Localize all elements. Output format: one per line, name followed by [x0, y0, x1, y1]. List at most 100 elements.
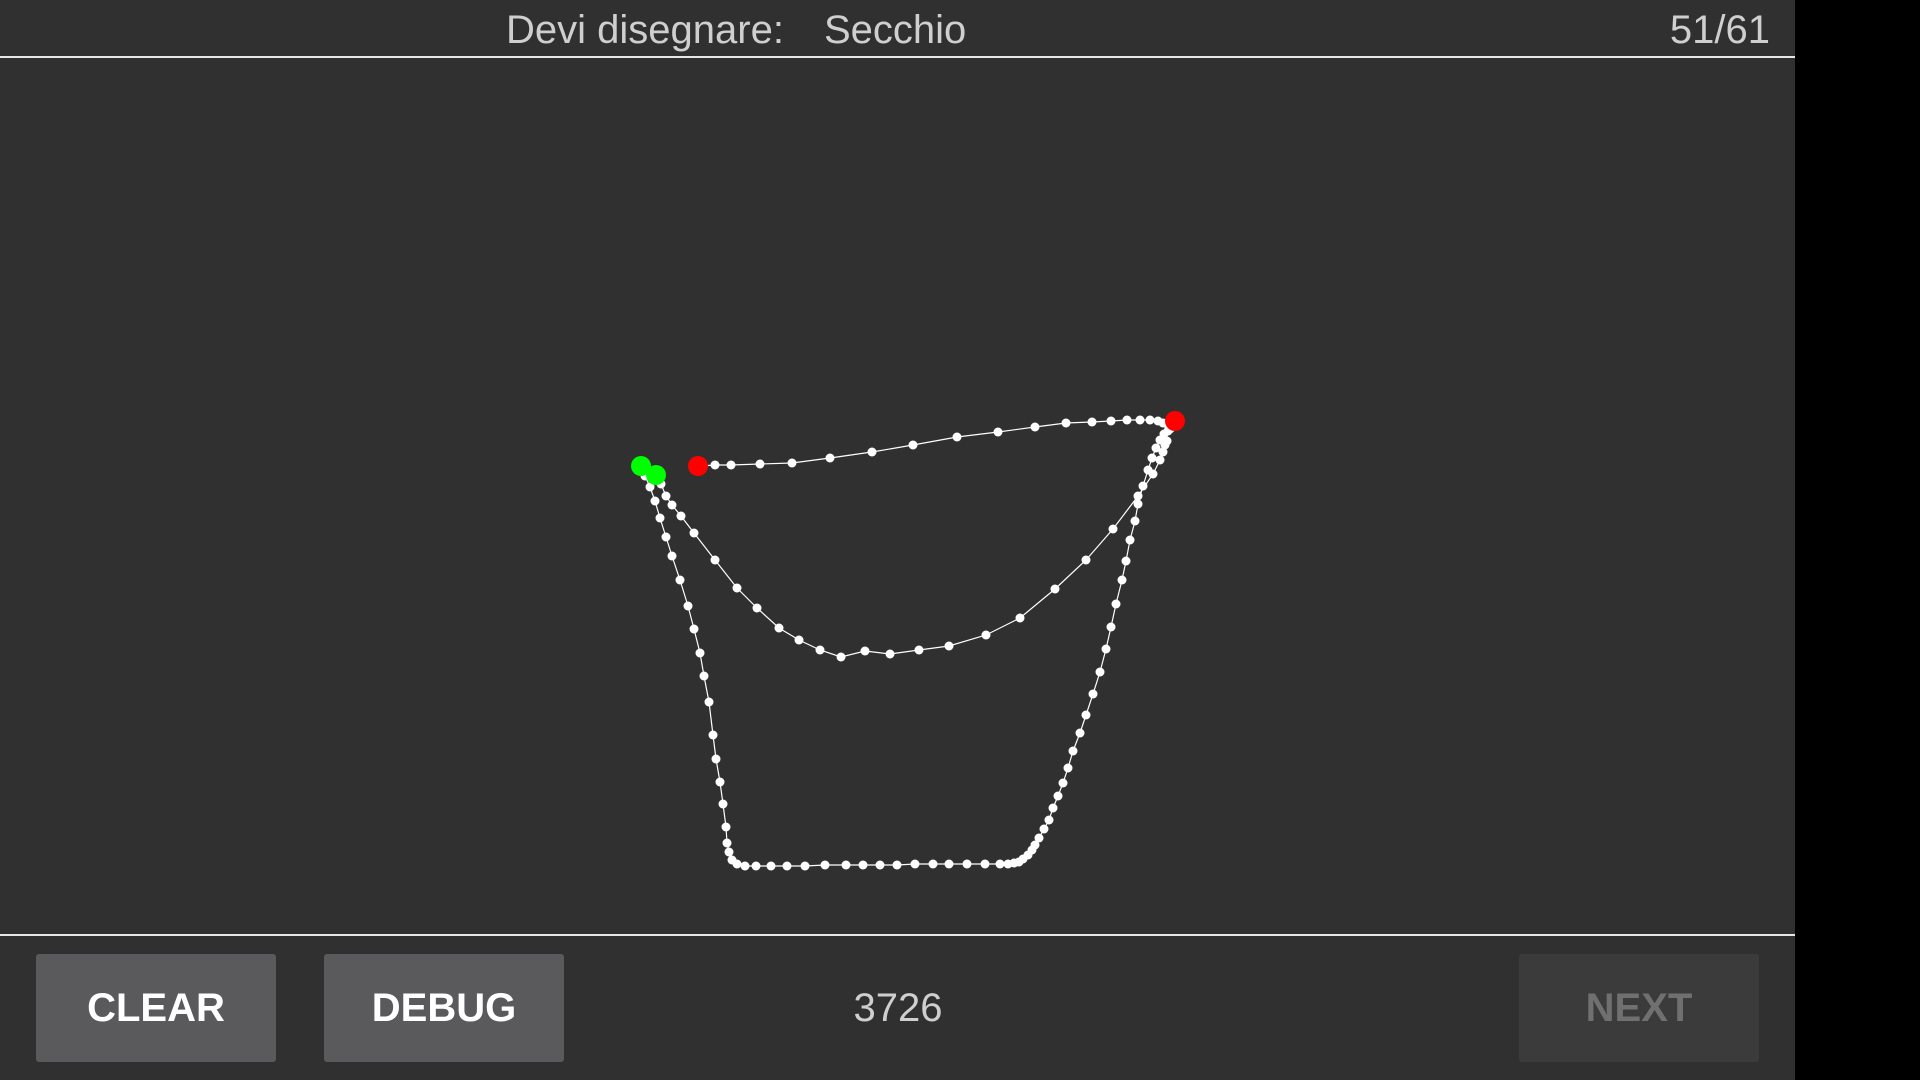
stroke-point: [732, 859, 742, 869]
stroke-point: [675, 575, 685, 585]
stroke-point: [952, 432, 962, 442]
footer-bar: CLEAR DEBUG 3726 NEXT: [0, 936, 1795, 1080]
stroke-point: [1095, 667, 1105, 677]
stroke-point: [1155, 455, 1165, 465]
stroke-point: [995, 859, 1005, 869]
stroke-point: [710, 555, 720, 565]
stroke-point: [1151, 443, 1161, 453]
stroke-point: [1015, 613, 1025, 623]
stroke-point: [676, 511, 686, 521]
stroke-point: [751, 861, 761, 871]
next-button[interactable]: NEXT: [1519, 954, 1759, 1062]
stroke-point: [885, 649, 895, 659]
stroke-point: [1138, 481, 1148, 491]
stroke-point: [787, 458, 797, 468]
stroke-point: [1075, 728, 1085, 738]
stroke-point: [704, 697, 714, 707]
stroke-line-2: [640, 421, 1175, 867]
stroke-point: [875, 860, 885, 870]
stroke-point: [836, 652, 846, 662]
clear-button[interactable]: CLEAR: [36, 954, 276, 1062]
stroke-point: [661, 491, 671, 501]
stroke-point: [1106, 622, 1116, 632]
stroke-point: [1087, 417, 1097, 427]
stroke-point: [914, 645, 924, 655]
stroke-line-1: [655, 440, 1168, 658]
stroke-point: [695, 648, 705, 658]
header-bar: Devi disegnare: Secchio 51/61: [0, 0, 1795, 56]
stroke-point: [944, 859, 954, 869]
stroke-point: [732, 583, 742, 593]
stroke-point: [724, 847, 734, 857]
stroke-point: [1081, 710, 1091, 720]
stroke-point: [726, 460, 736, 470]
stroke-point: [981, 630, 991, 640]
stroke-point: [1133, 499, 1143, 509]
stroke-point: [683, 601, 693, 611]
stroke-point: [858, 860, 868, 870]
drawing-svg: [631, 411, 1185, 871]
stroke-point: [1111, 599, 1121, 609]
stroke-end-marker: [688, 456, 708, 476]
stroke-point: [774, 623, 784, 633]
stroke-point: [699, 671, 709, 681]
prompt-label: Devi disegnare:: [506, 8, 784, 52]
stroke-point: [650, 496, 660, 506]
stroke-point: [944, 641, 954, 651]
stroke-point: [1106, 416, 1116, 426]
stroke-point: [1048, 803, 1058, 813]
stroke-point: [1039, 824, 1049, 834]
stroke-point: [1108, 524, 1118, 534]
stroke-point: [1068, 746, 1078, 756]
stroke-point: [661, 532, 671, 542]
stroke-point: [1147, 453, 1157, 463]
stroke-point: [860, 646, 870, 656]
target-word: Secchio: [824, 8, 967, 52]
debug-button[interactable]: DEBUG: [324, 954, 564, 1062]
stroke-point: [1121, 556, 1131, 566]
stroke-point: [1122, 415, 1132, 425]
stroke-point: [1125, 535, 1135, 545]
stroke-point: [908, 440, 918, 450]
stroke-point: [689, 528, 699, 538]
stroke-point: [1135, 415, 1145, 425]
stroke-point: [867, 447, 877, 457]
stroke-point: [820, 860, 830, 870]
stroke-start-marker: [646, 465, 666, 485]
stroke-point: [710, 460, 720, 470]
stroke-point: [1030, 422, 1040, 432]
score-value: 3726: [853, 986, 943, 1030]
stroke-point: [1063, 763, 1073, 773]
stroke-point: [711, 754, 721, 764]
stroke-point: [1117, 575, 1127, 585]
stroke-point: [980, 859, 990, 869]
stroke-point: [1061, 418, 1071, 428]
stroke-point: [962, 859, 972, 869]
stroke-point: [910, 859, 920, 869]
stroke-point: [655, 513, 665, 523]
stroke-point: [721, 822, 731, 832]
stroke-point: [708, 730, 718, 740]
stroke-point: [892, 860, 902, 870]
drawing-canvas[interactable]: [0, 58, 1795, 934]
stroke-point: [1130, 516, 1140, 526]
stroke-point: [1034, 833, 1044, 843]
stroke-point: [722, 838, 732, 848]
stroke-point: [841, 860, 851, 870]
stroke-point: [667, 551, 677, 561]
app-window: Devi disegnare: Secchio 51/61 CLEAR DEBU…: [0, 0, 1795, 1080]
stroke-point: [1143, 465, 1153, 475]
stroke-point: [1081, 555, 1091, 565]
stroke-point: [993, 427, 1003, 437]
stroke-point: [740, 861, 750, 871]
stroke-point: [1044, 815, 1054, 825]
stroke-point: [689, 624, 699, 634]
stroke-point: [825, 453, 835, 463]
stroke-end-marker: [1165, 411, 1185, 431]
stroke-point: [752, 603, 762, 613]
stroke-point: [718, 799, 728, 809]
stroke-line-0: [698, 419, 1176, 467]
stroke-point: [1101, 644, 1111, 654]
stroke-point: [782, 861, 792, 871]
stroke-point: [755, 459, 765, 469]
